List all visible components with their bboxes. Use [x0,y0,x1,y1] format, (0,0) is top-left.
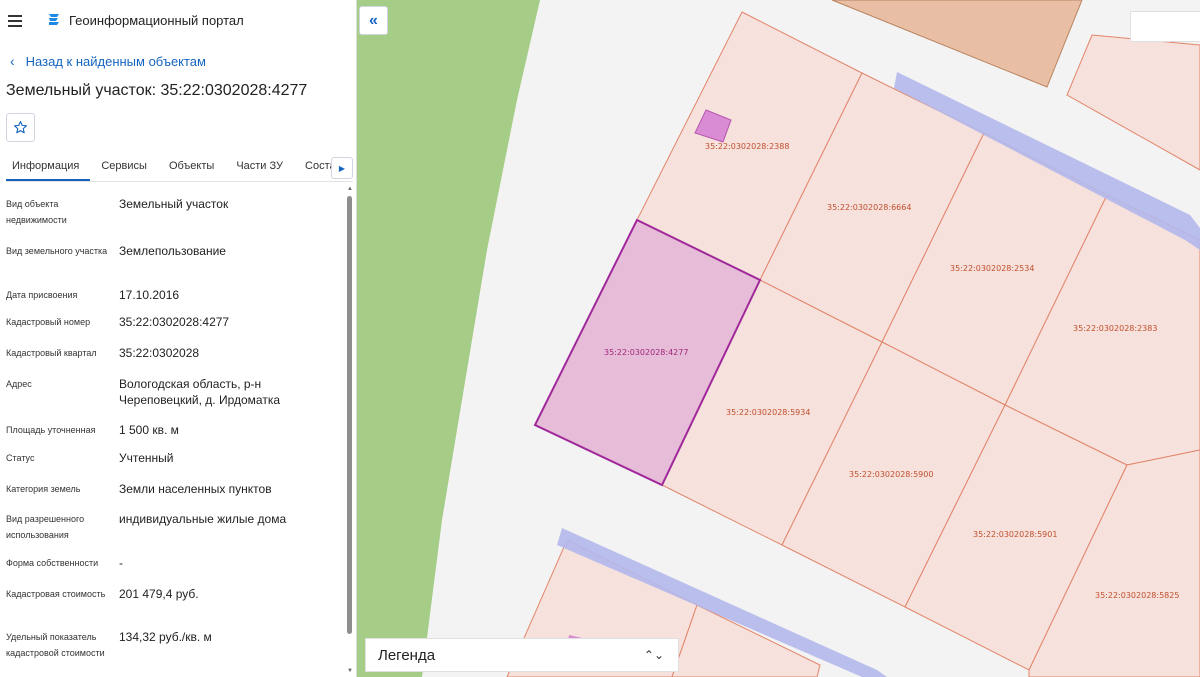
info-label: Вид земельного участка [6,246,108,256]
parcel-label: 35:22:0302028:5901 [973,530,1057,539]
map-view[interactable]: 35:22:0302028:2388 35:22:0302028:6664 35… [357,0,1200,677]
info-label: Дата присвоения [6,290,78,300]
scroll-down-arrow-icon[interactable]: ▼ [347,668,353,674]
info-value: - [119,556,123,570]
info-row: Форма собственности - [6,553,342,584]
info-value: Землепользование [119,244,226,258]
expand-collapse-icon: ⌃⌄ [643,648,664,662]
info-value: 201 479,4 руб. [119,587,199,601]
info-label: Вид объекта недвижимости [6,199,67,225]
info-value: Земли населенных пунктов [119,482,272,496]
scroll-up-arrow-icon[interactable]: ▲ [347,186,353,192]
parcel-label: 35:22:0302028:5934 [726,408,810,417]
info-row: Кадастровый номер 35:22:0302028:4277 [6,312,342,342]
info-row: Кадастровая стоимость 201 479,4 руб. [6,584,342,628]
info-value: индивидуальные жилые дома [119,512,287,526]
triangle-right-icon: ▶ [338,163,346,173]
legend-dropdown[interactable]: Легенда ⌃⌄ [365,638,679,672]
back-link-label: Назад к найденным объектам [25,53,206,69]
info-list: Вид объекта недвижимости Земельный участ… [6,196,342,676]
info-label: Адрес [6,379,32,389]
info-label: Кадастровый номер [6,317,91,327]
parcel-label: 35:22:0302028:5825 [1095,591,1179,600]
app-title: Геоинформационный портал [69,12,244,28]
info-value: Вологодская область, р-н Череповецкий, д… [119,377,281,407]
info-label: Удельный показатель кадастровой стоимост… [6,632,105,658]
info-row: Вид разрешенного использования индивидуа… [6,509,342,553]
favorite-button[interactable] [6,113,35,142]
info-row: Площадь уточненная 1 500 кв. м [6,420,342,448]
top-bar: Геоинформационный портал [0,0,356,40]
side-panel: Геоинформационный портал ‹ Назад к найде… [0,0,357,677]
legend-label: Легенда [378,646,436,664]
tab-services[interactable]: Сервисы [90,154,158,181]
parcel-label: 35:22:0302028:6664 [827,203,911,212]
parcel-label: 35:22:0302028:2388 [705,142,789,151]
info-value: 35:22:0302028 [119,346,200,360]
info-label: Форма собственности [6,558,99,568]
info-label: Площадь уточненная [6,425,96,435]
info-value: Земельный участок [119,197,229,211]
map-control[interactable] [1130,11,1200,42]
back-to-results-link[interactable]: ‹ Назад к найденным объектам [10,53,206,69]
tabs-scroll-right-button[interactable]: ▶ [331,157,353,179]
info-row: Категория земель Земли населенных пункто… [6,479,342,509]
portal-logo-icon [49,14,59,25]
info-value: 134,32 руб./кв. м [119,630,212,644]
scrollbar-thumb[interactable] [347,196,352,634]
info-label: Категория земель [6,484,81,494]
double-chevron-left-icon: « [369,11,378,29]
parcel-label: 35:22:0302028:2383 [1073,324,1157,333]
info-row: Вид объекта недвижимости Земельный участ… [6,196,342,240]
menu-icon[interactable] [8,14,22,27]
parcel-label-selected: 35:22:0302028:4277 [604,348,688,357]
page-title: Земельный участок: 35:22:0302028:4277 [6,82,308,99]
info-row: Вид земельного участка Землепользование [6,240,342,284]
info-label: Кадастровый квартал [6,348,97,358]
info-row: Адрес Вологодская область, р-н Череповец… [6,373,342,420]
info-row: Дата присвоения 17.10.2016 [6,284,342,312]
green-zone [357,0,540,677]
chevron-left-icon: ‹ [10,53,15,69]
parcel-topright [1066,34,1200,171]
tab-information[interactable]: Информация [6,154,91,181]
info-value: Учтенный [119,451,174,465]
cadastral-map[interactable]: 35:22:0302028:2388 35:22:0302028:6664 35… [357,0,1200,677]
tab-bar: Информация Сервисы Объекты Части ЗУ Сост… [6,154,353,182]
collapse-panel-button[interactable]: « [359,6,388,35]
info-label: Вид разрешенного использования [6,514,85,540]
info-row: Статус Учтенный [6,448,342,479]
panel-scrollbar[interactable]: ▲ ▼ [346,186,353,677]
tab-objects[interactable]: Объекты [158,154,225,181]
parcel-label: 35:22:0302028:5900 [849,470,933,479]
info-label: Кадастровая стоимость [6,589,106,599]
parcel-label: 35:22:0302028:2534 [950,264,1034,273]
info-value: 1 500 кв. м [119,423,179,437]
star-icon [14,121,27,134]
info-row: Кадастровый квартал 35:22:0302028 [6,342,342,373]
neighbor-parcel [831,0,1083,88]
info-value: 35:22:0302028:4277 [119,315,230,329]
info-row: Удельный показатель кадастровой стоимост… [6,628,342,676]
tab-parcel-parts[interactable]: Части ЗУ [225,154,294,181]
info-value: 17.10.2016 [119,288,180,302]
info-label: Статус [6,453,35,463]
